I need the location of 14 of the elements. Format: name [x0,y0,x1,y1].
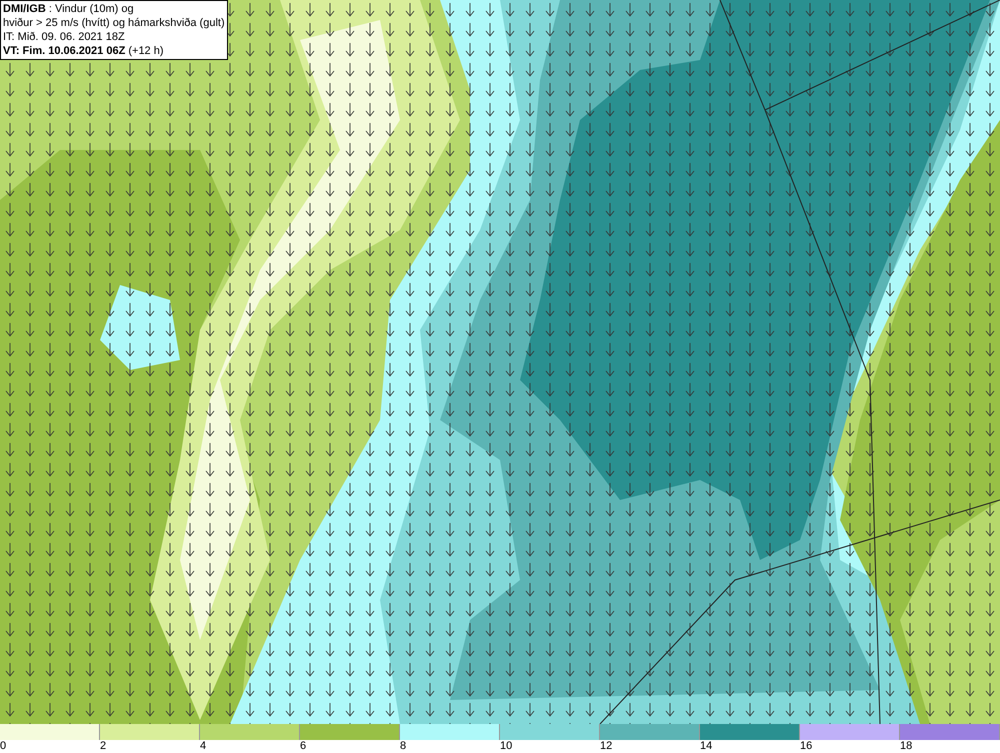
legend-tick-label: 14 [700,740,712,753]
legend-tick-label: 8 [400,740,406,753]
legend-tick-label: 12 [600,740,612,753]
header-text: IT: Mið. 09. 06. 2021 18Z [3,30,126,44]
header-text: DMI/IGB : Vindur (10m) og [3,2,135,16]
legend-tick-label: 6 [300,740,306,753]
legend-tick-label: 16 [800,740,812,753]
legend-tick-label: 18 [900,740,912,753]
legend-tick-label: 4 [200,740,206,753]
header-text: VT: Fim. 10.06.2021 06Z (+12 h) [3,44,165,58]
legend-tick-label: 10 [500,740,512,753]
header-text: hviður > 25 m/s (hvítt) og hámarkshviða (gult) [3,16,225,30]
legend-tick-label: 2 [100,740,106,753]
legend-tick-label: 0 [0,740,6,753]
